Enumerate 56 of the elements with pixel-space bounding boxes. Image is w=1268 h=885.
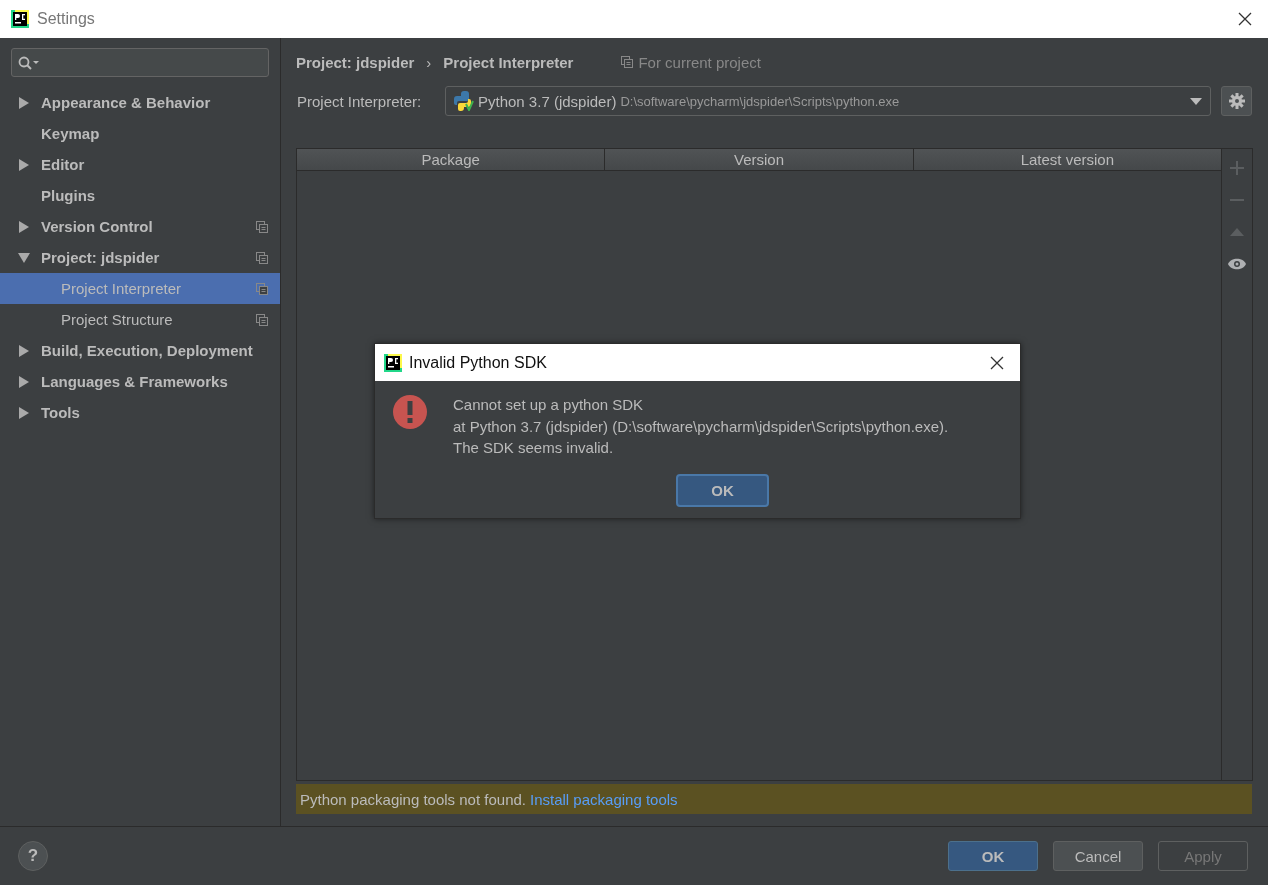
column-header[interactable]: Version bbox=[605, 149, 914, 170]
interpreter-path: D:\software\pycharm\jdspider\Scripts\python.exe bbox=[620, 93, 901, 109]
settings-button[interactable] bbox=[1221, 86, 1252, 116]
tree-item[interactable]: Editor bbox=[0, 149, 280, 180]
copy-icon bbox=[256, 313, 268, 326]
search-icon bbox=[18, 55, 40, 70]
dropdown-caret-icon bbox=[1190, 97, 1202, 105]
warning-text: Python packaging tools not found. bbox=[300, 790, 526, 808]
close-icon[interactable] bbox=[990, 355, 1004, 370]
breadcrumb-separator: › bbox=[426, 53, 432, 71]
app-logo-icon bbox=[11, 10, 29, 28]
interpreter-name: Python 3.7 (jdspider) bbox=[478, 92, 617, 110]
collapsed-arrow-icon[interactable] bbox=[18, 375, 30, 388]
copy-icon bbox=[256, 282, 268, 295]
collapsed-arrow-icon[interactable] bbox=[18, 406, 30, 419]
python-logo-icon bbox=[452, 91, 474, 111]
eye-icon bbox=[1228, 258, 1246, 270]
up-triangle-icon bbox=[1230, 228, 1244, 236]
collapsed-arrow-icon[interactable] bbox=[18, 158, 30, 171]
field-label: Project Interpreter: bbox=[296, 92, 423, 110]
tree-item[interactable]: Tools bbox=[0, 397, 280, 428]
close-icon[interactable] bbox=[1238, 12, 1252, 26]
column-header[interactable]: Latest version bbox=[913, 149, 1221, 170]
copy-icon bbox=[621, 56, 634, 68]
collapsed-arrow-icon[interactable] bbox=[18, 220, 30, 233]
ok-button[interactable]: OK bbox=[676, 473, 769, 507]
help-button[interactable]: ? bbox=[18, 841, 48, 871]
interpreter-dropdown[interactable]: Python 3.7 (jdspider) D:\software\pycharm\jdspider\Scripts\python.exe bbox=[445, 86, 1211, 116]
dialog-title: Invalid Python SDK bbox=[409, 353, 547, 372]
breadcrumb-item: Project: jdspider bbox=[296, 53, 415, 71]
tree-item[interactable]: Plugins bbox=[0, 180, 280, 211]
tree-item[interactable]: Keymap bbox=[0, 118, 280, 149]
install-link[interactable]: Install packaging tools bbox=[530, 790, 678, 808]
tree-item[interactable]: Appearance & Behavior bbox=[0, 87, 280, 118]
expanded-arrow-icon[interactable] bbox=[18, 251, 30, 264]
dialog-button[interactable]: OK bbox=[948, 841, 1038, 871]
error-message: Cannot set up a python SDK at Python 3.7 (jdspider) (D:\software\pycharm\jdspider\Scripts\python.exe). The SDK seems invalid. bbox=[453, 395, 949, 458]
app-logo-icon bbox=[384, 353, 402, 372]
breadcrumb-item: Project Interpreter bbox=[443, 53, 574, 71]
tree-item[interactable]: Version Control bbox=[0, 211, 280, 242]
copy-icon bbox=[256, 251, 268, 264]
tree-item[interactable]: Project: jdspider bbox=[0, 242, 280, 273]
collapsed-arrow-icon[interactable] bbox=[18, 344, 30, 357]
plus-icon bbox=[1230, 161, 1244, 175]
settings-icon bbox=[1228, 93, 1245, 109]
scope-note: For current project bbox=[638, 53, 761, 71]
copy-icon bbox=[256, 220, 268, 233]
window-title: Settings bbox=[37, 10, 95, 28]
search-field[interactable] bbox=[11, 48, 269, 77]
dialog-button[interactable]: Cancel bbox=[1053, 841, 1143, 871]
tree-item[interactable]: Languages & Frameworks bbox=[0, 366, 280, 397]
tree-item[interactable]: Project Structure bbox=[0, 304, 280, 335]
tree-item[interactable]: Build, Execution, Deployment bbox=[0, 335, 280, 366]
collapsed-arrow-icon[interactable] bbox=[18, 96, 30, 109]
error-icon bbox=[392, 394, 428, 430]
column-header[interactable]: Package bbox=[297, 149, 606, 170]
